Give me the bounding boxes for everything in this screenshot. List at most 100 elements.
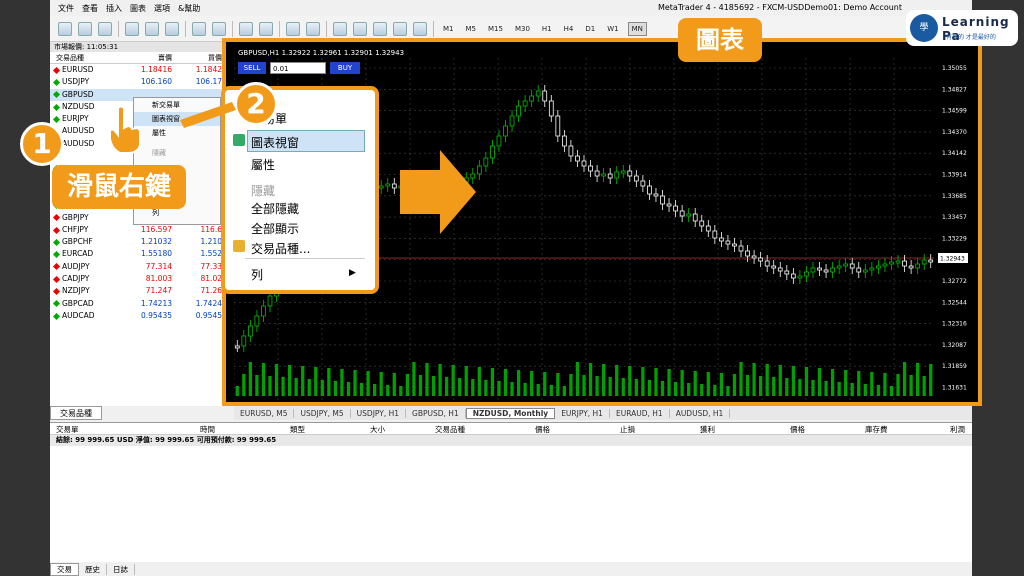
market-watch-row[interactable]: AUDCAD 0.95435 0.9545 <box>50 310 229 322</box>
chart-tab[interactable]: EURAUD, H1 <box>610 408 670 418</box>
market-watch-row[interactable]: GBPCHF 1.21032 1.210 <box>50 236 229 248</box>
tab-history[interactable]: 歷史 <box>79 563 107 575</box>
candle-body <box>745 250 750 257</box>
chart-tab[interactable]: EURJPY, H1 <box>555 408 610 418</box>
tab-trade[interactable]: 交易 <box>50 562 79 576</box>
bar-chart-icon[interactable] <box>125 21 139 36</box>
menu-insert[interactable]: 插入 <box>106 3 122 14</box>
col-bid[interactable]: 賣價 <box>110 52 172 63</box>
brand-icon: 學 <box>910 14 938 42</box>
tf-m5[interactable]: M5 <box>463 23 480 35</box>
menu-file[interactable]: 文件 <box>58 3 74 14</box>
terminal-column-header[interactable]: 利潤 <box>950 424 965 435</box>
zoom-item-hide-all[interactable]: 全部隱藏 <box>251 200 299 217</box>
zoom-item-properties[interactable]: 屬性 <box>251 156 275 173</box>
symbol-text: AUDJPY <box>62 261 90 271</box>
price-label: 1.31859 <box>942 363 967 370</box>
diamond-icon <box>52 66 61 74</box>
zoom-item-columns[interactable]: 列 <box>251 266 263 283</box>
tab-journal[interactable]: 日誌 <box>107 563 135 575</box>
toolbar-separator <box>433 20 434 37</box>
line-chart-icon[interactable] <box>165 21 179 36</box>
market-watch-row[interactable]: GBPCAD 1.74213 1.7424 <box>50 298 229 310</box>
tf-h1[interactable]: H1 <box>539 23 555 35</box>
chart-tab[interactable]: NZDUSD, Monthly <box>465 407 556 419</box>
market-watch-row[interactable]: CHFJPY 116.597 116.6 <box>50 224 229 236</box>
chart-shift-icon[interactable] <box>259 21 273 36</box>
col-ask[interactable]: 買價 <box>172 52 222 63</box>
candle-body <box>653 193 659 197</box>
window-title: MetaTrader 4 - 4185692 - FXCM-USDDemo01:… <box>657 3 902 12</box>
zoom-out-icon[interactable] <box>212 21 226 36</box>
chart-tab[interactable]: EURUSD, M5 <box>234 408 295 418</box>
chart-tab[interactable]: USDJPY, H1 <box>351 408 407 418</box>
terminal-column-header[interactable]: 價格 <box>790 424 805 435</box>
cursor-icon[interactable] <box>286 21 300 36</box>
market-watch-row[interactable]: CADJPY 81.003 81.02 <box>50 273 229 285</box>
terminal-column-header[interactable]: 大小 <box>370 424 385 435</box>
tf-m15[interactable]: M15 <box>485 23 506 35</box>
text-icon[interactable] <box>393 21 407 36</box>
vertical-line-icon[interactable] <box>333 21 347 36</box>
zoom-item-show-all[interactable]: 全部顯示 <box>251 220 299 237</box>
market-watch-row[interactable]: EURCAD 1.55180 1.552 <box>50 248 229 260</box>
menu-charts[interactable]: 圖表 <box>130 3 146 14</box>
balance-row: 結餘: 99 999.65 USD 淨值: 99 999.65 可用預付款: 9… <box>50 435 972 446</box>
trendline-icon[interactable] <box>373 21 387 36</box>
new-chart-icon[interactable] <box>58 21 72 36</box>
zoom-in-icon[interactable] <box>192 21 206 36</box>
terminal-column-header[interactable]: 庫存費 <box>865 424 888 435</box>
terminal-column-header[interactable]: 價格 <box>535 424 550 435</box>
chart-tab[interactable]: AUDUSD, H1 <box>670 408 731 418</box>
terminal-column-header[interactable]: 獲利 <box>700 424 715 435</box>
market-watch-row[interactable]: EURUSD 1.18416 1.1842 <box>50 64 229 76</box>
market-watch-icon[interactable] <box>98 21 112 36</box>
market-watch-row[interactable]: USDJPY 106.160 106.17 <box>50 76 229 88</box>
sell-button[interactable]: SELL <box>238 62 266 74</box>
terminal-column-header[interactable]: 時間 <box>200 424 215 435</box>
crosshair-icon[interactable] <box>306 21 320 36</box>
chart-tab[interactable]: GBPUSD, H1 <box>406 408 466 418</box>
diamond-icon <box>52 214 61 222</box>
menu-item-hide[interactable]: 隱藏 <box>134 146 220 160</box>
tf-w1[interactable]: W1 <box>604 23 621 35</box>
tf-d1[interactable]: D1 <box>582 23 598 35</box>
col-symbol[interactable]: 交易品種 <box>50 52 110 63</box>
tf-m30[interactable]: M30 <box>512 23 533 35</box>
zoom-item-chart-window[interactable]: 圖表視窗 <box>251 134 299 151</box>
horizontal-line-icon[interactable] <box>353 21 367 36</box>
candle-body <box>542 90 548 102</box>
diamond-icon <box>52 78 61 86</box>
price-label: 1.32544 <box>942 299 967 306</box>
tf-h4[interactable]: H4 <box>561 23 577 35</box>
bid-cell: 106.160 <box>140 77 172 87</box>
terminal-column-header[interactable]: 止損 <box>620 424 635 435</box>
menu-view[interactable]: 查看 <box>82 3 98 14</box>
chart-tab[interactable]: USDJPY, M5 <box>294 408 351 418</box>
terminal-column-header[interactable]: 交易單 <box>56 424 79 435</box>
symbol-text: USDJPY <box>62 77 90 87</box>
lot-input[interactable]: 0.01 <box>270 62 326 74</box>
market-watch-row[interactable]: NZDJPY 71.247 71.26 <box>50 285 229 297</box>
tf-mn[interactable]: MN <box>627 21 647 36</box>
menu-help[interactable]: &幫助 <box>178 3 200 14</box>
candle-body <box>640 180 646 187</box>
symbol-cell: EURCAD <box>50 248 110 260</box>
auto-scroll-icon[interactable] <box>239 21 253 36</box>
menu-options[interactable]: 選項 <box>154 3 170 14</box>
market-watch-row[interactable]: AUDJPY 77.314 77.33 <box>50 261 229 273</box>
price-label: 1.33457 <box>942 214 967 221</box>
terminal-column-header[interactable]: 交易品種 <box>435 424 465 435</box>
candle-body <box>882 263 888 267</box>
tf-m1[interactable]: M1 <box>440 23 457 35</box>
zoom-item-symbols[interactable]: 交易品種... <box>251 240 310 257</box>
buy-button[interactable]: BUY <box>330 62 360 74</box>
terminal-column-header[interactable]: 類型 <box>290 424 305 435</box>
tab-symbols[interactable]: 交易品種 <box>50 406 102 420</box>
candle-body <box>699 220 705 227</box>
zoom-item-hide[interactable]: 隱藏 <box>251 182 275 199</box>
label-icon[interactable] <box>413 21 427 36</box>
candlestick-icon[interactable] <box>145 21 159 36</box>
candle-body <box>234 345 240 349</box>
profiles-icon[interactable] <box>78 21 92 36</box>
